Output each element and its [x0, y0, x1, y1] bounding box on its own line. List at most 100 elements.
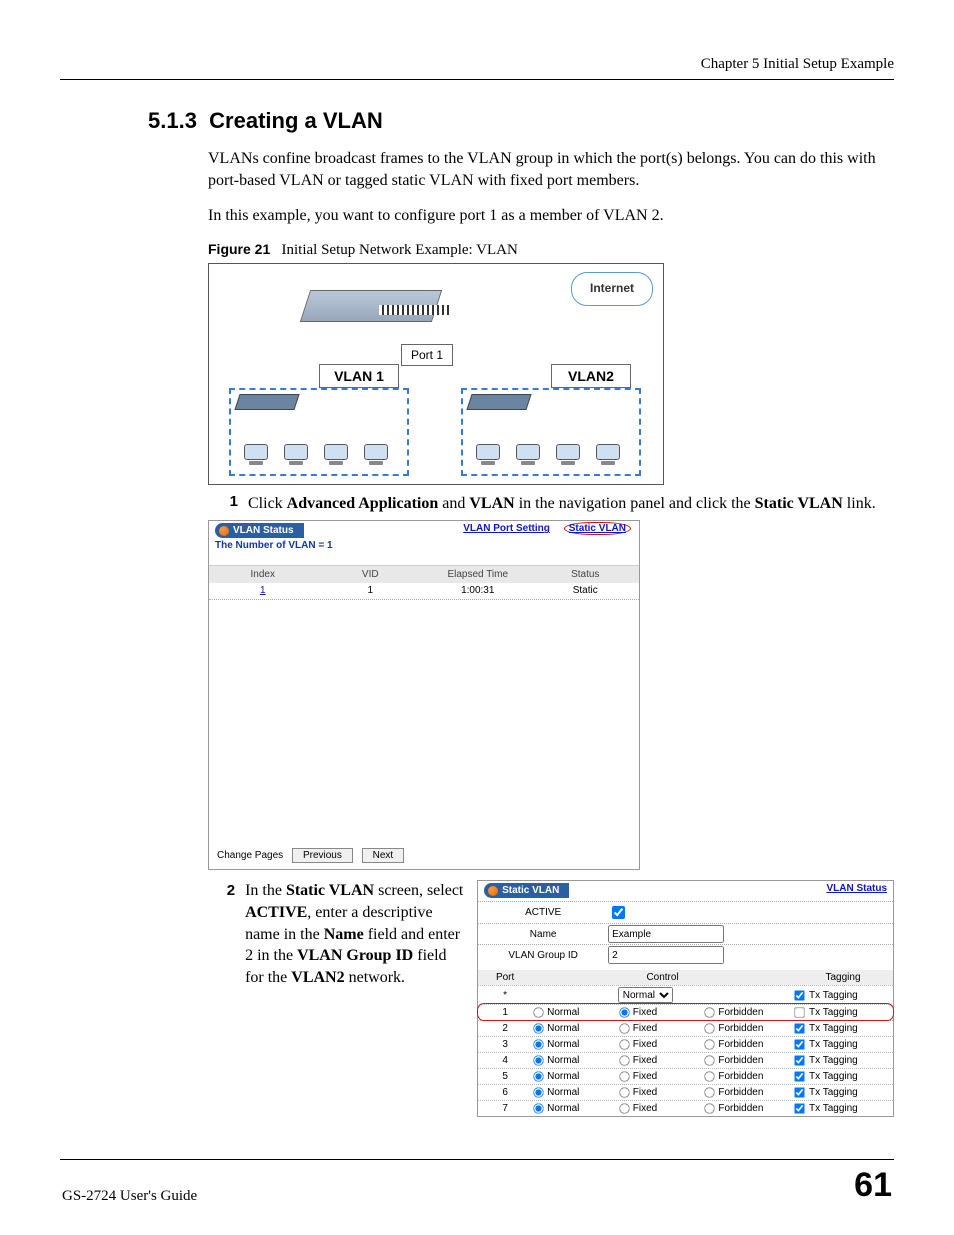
name-input[interactable]	[608, 925, 724, 943]
tx-tagging-checkbox[interactable]	[794, 1088, 804, 1098]
active-checkbox[interactable]	[612, 906, 625, 919]
port-number: 5	[478, 1071, 532, 1082]
normal-radio[interactable]	[533, 1008, 543, 1018]
name-label: Name	[478, 929, 608, 940]
vlan2-group: VLAN2	[461, 388, 641, 476]
forbidden-radio[interactable]	[705, 1024, 715, 1034]
col-port: Port	[478, 972, 532, 983]
normal-radio[interactable]	[533, 1040, 543, 1050]
step-1: 1 Click Advanced Application and VLAN in…	[208, 493, 894, 515]
col-index: Index	[209, 569, 317, 580]
forbidden-radio[interactable]	[705, 1104, 715, 1114]
forbidden-radio[interactable]	[705, 1008, 715, 1018]
index-link[interactable]: 1	[260, 585, 266, 596]
opt-fixed: Fixed	[633, 1103, 657, 1114]
port-row-star: * Normal Tx Tagging	[478, 985, 893, 1004]
port-number: 6	[478, 1087, 532, 1098]
section-title-text: Creating a VLAN	[209, 108, 383, 133]
opt-forbidden: Forbidden	[718, 1007, 763, 1018]
tx-tagging-label: Tx Tagging	[809, 1055, 858, 1066]
col-vid: VID	[317, 569, 425, 580]
static-vlan-link[interactable]: Static VLAN	[564, 522, 631, 535]
panel-title: Static VLAN	[484, 883, 569, 898]
control-select[interactable]: Normal	[618, 987, 673, 1003]
port-star: *	[478, 990, 532, 1001]
section-number: 5.1.3	[148, 108, 197, 133]
pc-icon	[363, 444, 389, 470]
vlan-count-label: The Number of VLAN = 1	[215, 540, 633, 551]
section-paragraph-1: VLANs confine broadcast frames to the VL…	[208, 148, 894, 191]
mini-switch-icon	[466, 394, 531, 410]
forbidden-radio[interactable]	[705, 1056, 715, 1066]
vlan1-group: VLAN 1	[229, 388, 409, 476]
tx-tagging-checkbox[interactable]	[794, 1040, 804, 1050]
previous-button[interactable]: Previous	[292, 848, 353, 863]
opt-fixed: Fixed	[633, 1007, 657, 1018]
tx-tagging-label: Tx Tagging	[809, 990, 858, 1001]
vid-cell: 1	[317, 585, 425, 596]
port-row: 7NormalFixedForbiddenTx Tagging	[478, 1100, 893, 1116]
opt-fixed: Fixed	[633, 1023, 657, 1034]
opt-forbidden: Forbidden	[718, 1087, 763, 1098]
port-row: 2NormalFixedForbiddenTx Tagging	[478, 1020, 893, 1036]
pc-icon	[323, 444, 349, 470]
fixed-radio[interactable]	[619, 1008, 629, 1018]
forbidden-radio[interactable]	[705, 1040, 715, 1050]
port-number: 2	[478, 1023, 532, 1034]
next-button[interactable]: Next	[362, 848, 405, 863]
opt-forbidden: Forbidden	[718, 1039, 763, 1050]
fixed-radio[interactable]	[619, 1024, 629, 1034]
step-number: 1	[208, 493, 248, 510]
page-footer: GS-2724 User's Guide 61	[60, 1159, 894, 1205]
opt-normal: Normal	[547, 1055, 579, 1066]
port-number: 4	[478, 1055, 532, 1066]
tx-tagging-checkbox[interactable]	[794, 1056, 804, 1066]
pc-icon	[515, 444, 541, 470]
fixed-radio[interactable]	[619, 1104, 629, 1114]
vlan-status-link[interactable]: VLAN Status	[826, 883, 887, 894]
pager: Change Pages Previous Next	[217, 848, 404, 863]
port-row: 5NormalFixedForbiddenTx Tagging	[478, 1068, 893, 1084]
col-status: Status	[532, 569, 640, 580]
opt-normal: Normal	[547, 1103, 579, 1114]
tx-tagging-checkbox[interactable]	[794, 1024, 804, 1034]
network-diagram: Internet Port 1 VLAN 1 VLAN2	[208, 263, 664, 485]
opt-normal: Normal	[547, 1071, 579, 1082]
fixed-radio[interactable]	[619, 1056, 629, 1066]
normal-radio[interactable]	[533, 1024, 543, 1034]
pager-label: Change Pages	[217, 850, 283, 861]
section-paragraph-2: In this example, you want to configure p…	[208, 205, 894, 227]
tx-tagging-checkbox[interactable]	[794, 990, 804, 1000]
forbidden-radio[interactable]	[705, 1088, 715, 1098]
switch-ports-icon	[379, 305, 449, 315]
port-row: 1NormalFixedForbiddenTx Tagging	[478, 1004, 893, 1020]
vlan-group-id-input[interactable]	[608, 946, 724, 964]
tx-tagging-checkbox[interactable]	[794, 1104, 804, 1114]
fixed-radio[interactable]	[619, 1088, 629, 1098]
tx-tagging-checkbox[interactable]	[794, 1072, 804, 1082]
vlan-port-setting-link[interactable]: VLAN Port Setting	[463, 523, 550, 534]
opt-fixed: Fixed	[633, 1039, 657, 1050]
panel-title: VLAN Status	[215, 523, 304, 538]
pc-icon	[243, 444, 269, 470]
step-text: Click Advanced Application and VLAN in t…	[248, 493, 894, 515]
fixed-radio[interactable]	[619, 1040, 629, 1050]
static-vlan-panel: Static VLAN VLAN Status ACTIVE Name VLAN…	[477, 880, 894, 1117]
internet-cloud: Internet	[571, 272, 653, 306]
normal-radio[interactable]	[533, 1104, 543, 1114]
normal-radio[interactable]	[533, 1056, 543, 1066]
opt-normal: Normal	[547, 1007, 579, 1018]
chapter-header: Chapter 5 Initial Setup Example	[60, 56, 894, 73]
vlan-group-id-label: VLAN Group ID	[478, 950, 608, 961]
pc-icon	[595, 444, 621, 470]
fixed-radio[interactable]	[619, 1072, 629, 1082]
port-row: 4NormalFixedForbiddenTx Tagging	[478, 1052, 893, 1068]
forbidden-radio[interactable]	[705, 1072, 715, 1082]
normal-radio[interactable]	[533, 1088, 543, 1098]
col-control: Control	[532, 972, 793, 983]
normal-radio[interactable]	[533, 1072, 543, 1082]
table-row: 1 1 1:00:31 Static	[209, 583, 639, 598]
port-label: Port 1	[401, 344, 453, 366]
opt-normal: Normal	[547, 1087, 579, 1098]
tx-tagging-checkbox[interactable]	[794, 1008, 804, 1018]
